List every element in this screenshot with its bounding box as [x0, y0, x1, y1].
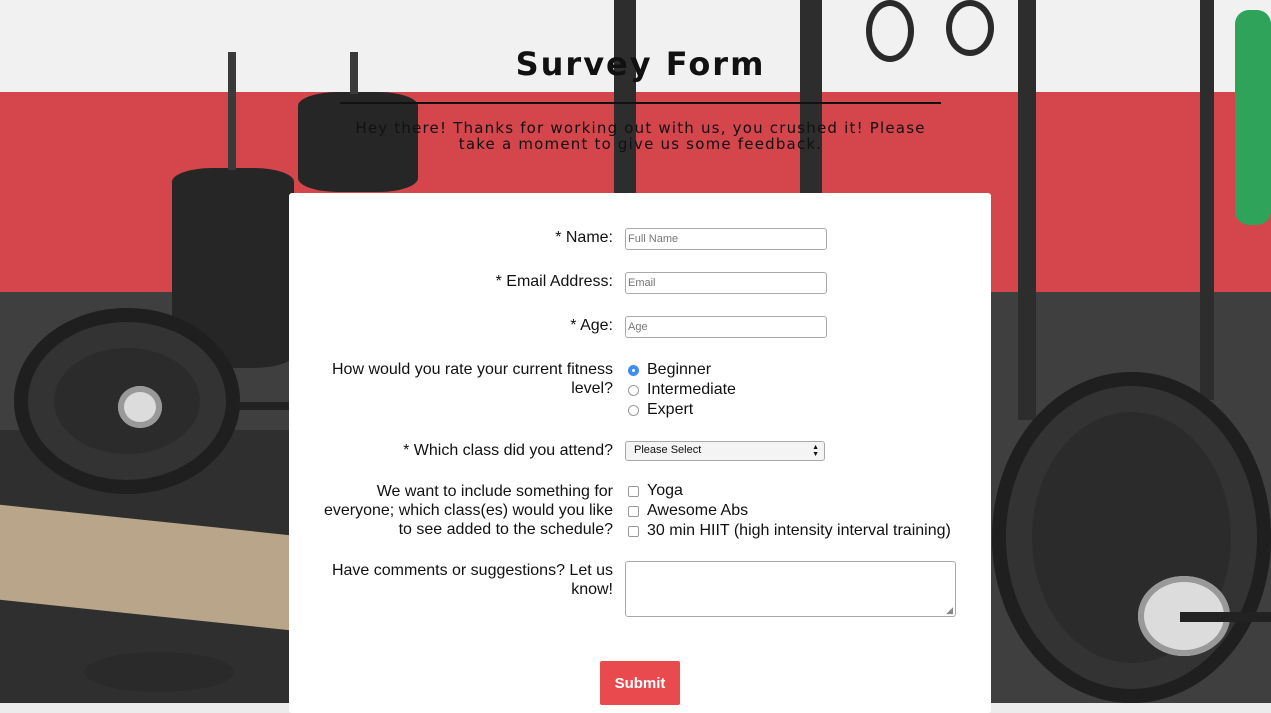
title-divider — [340, 102, 941, 104]
radio-label: Beginner — [647, 361, 712, 378]
page-header: Survey Form Hey there! Thanks for workin… — [340, 44, 941, 152]
radio-button[interactable] — [628, 384, 639, 396]
radio-option-beginner[interactable]: Beginner — [625, 360, 736, 380]
radio-button[interactable] — [628, 404, 639, 416]
radio-label: Intermediate — [647, 381, 736, 398]
radio-option-intermediate[interactable]: Intermediate — [625, 380, 736, 400]
class-additions-label: We want to include something for everyon… — [323, 483, 613, 538]
class-additions-checkbox-group: Yoga Awesome Abs 30 min HIIT (high inten… — [625, 481, 951, 541]
comments-label: Have comments or suggestions? Let us kno… — [331, 562, 613, 598]
page-title: Survey Form — [515, 45, 766, 83]
resize-grip-icon[interactable]: ◢ — [946, 606, 953, 615]
name-input[interactable] — [625, 228, 827, 250]
class-attended-row: * Which class did you attend? Please Sel… — [289, 441, 991, 461]
name-label: * Name: — [555, 229, 613, 246]
checkbox-option-awesome-abs[interactable]: Awesome Abs — [625, 501, 951, 521]
checkbox-option-yoga[interactable]: Yoga — [625, 481, 951, 501]
checkbox-label: 30 min HIIT (high intensity interval tra… — [647, 522, 951, 539]
email-input[interactable] — [625, 272, 827, 294]
page-description: Hey there! Thanks for working out with u… — [355, 119, 926, 153]
age-input[interactable] — [625, 316, 827, 338]
checkbox-label: Awesome Abs — [647, 502, 749, 519]
checkbox-option-hiit[interactable]: 30 min HIIT (high intensity interval tra… — [625, 521, 951, 541]
radio-option-expert[interactable]: Expert — [625, 400, 736, 420]
checkbox-label: Yoga — [647, 482, 683, 499]
radio-button-checked[interactable] — [628, 364, 639, 376]
email-label: * Email Address: — [495, 273, 613, 290]
fitness-level-radio-group: Beginner Intermediate Expert — [625, 360, 736, 420]
survey-form: * Name: * Email Address: * Age: How woul… — [289, 193, 991, 713]
select-arrows-icon: ▲ ▼ — [812, 444, 819, 458]
class-attended-label: * Which class did you attend? — [403, 442, 613, 459]
age-label: * Age: — [570, 317, 613, 334]
fitness-level-label: How would you rate your current fitness … — [331, 361, 613, 397]
class-select[interactable]: Please Select ▲ ▼ — [625, 441, 825, 461]
checkbox[interactable] — [628, 505, 639, 517]
submit-button[interactable]: Submit — [600, 661, 680, 705]
comments-textarea[interactable]: ◢ — [625, 561, 956, 617]
checkbox[interactable] — [628, 485, 639, 497]
radio-label: Expert — [647, 401, 694, 418]
class-select-value: Please Select — [634, 444, 702, 456]
comments-row: Have comments or suggestions? Let us kno… — [289, 561, 991, 617]
checkbox[interactable] — [628, 525, 639, 537]
